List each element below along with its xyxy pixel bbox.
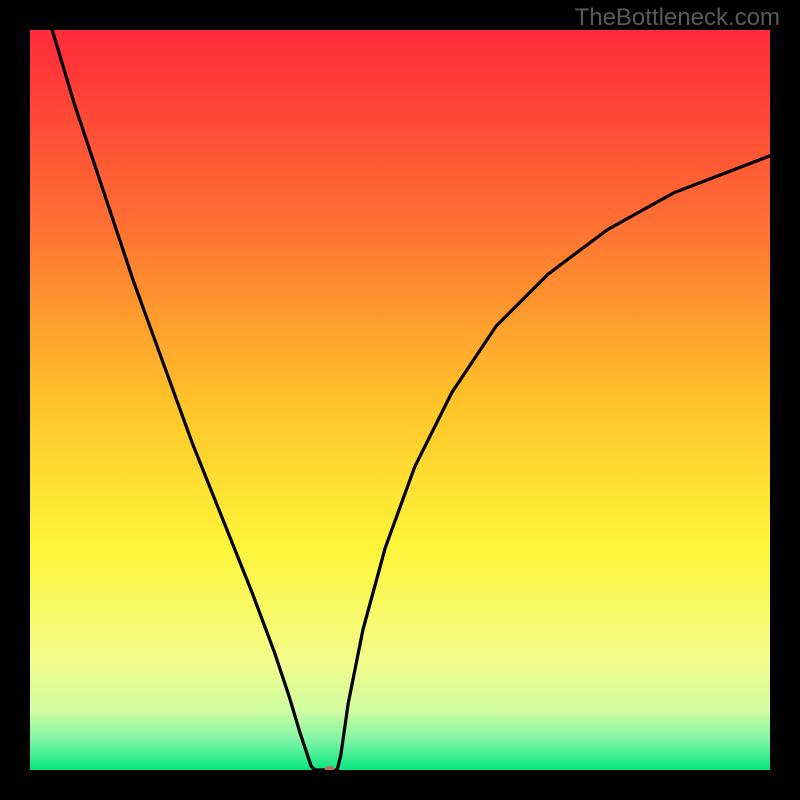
chart-svg bbox=[30, 30, 770, 770]
gradient-background bbox=[30, 30, 770, 770]
attribution-text: TheBottleneck.com bbox=[575, 4, 780, 32]
chart-plot-area bbox=[30, 30, 770, 770]
